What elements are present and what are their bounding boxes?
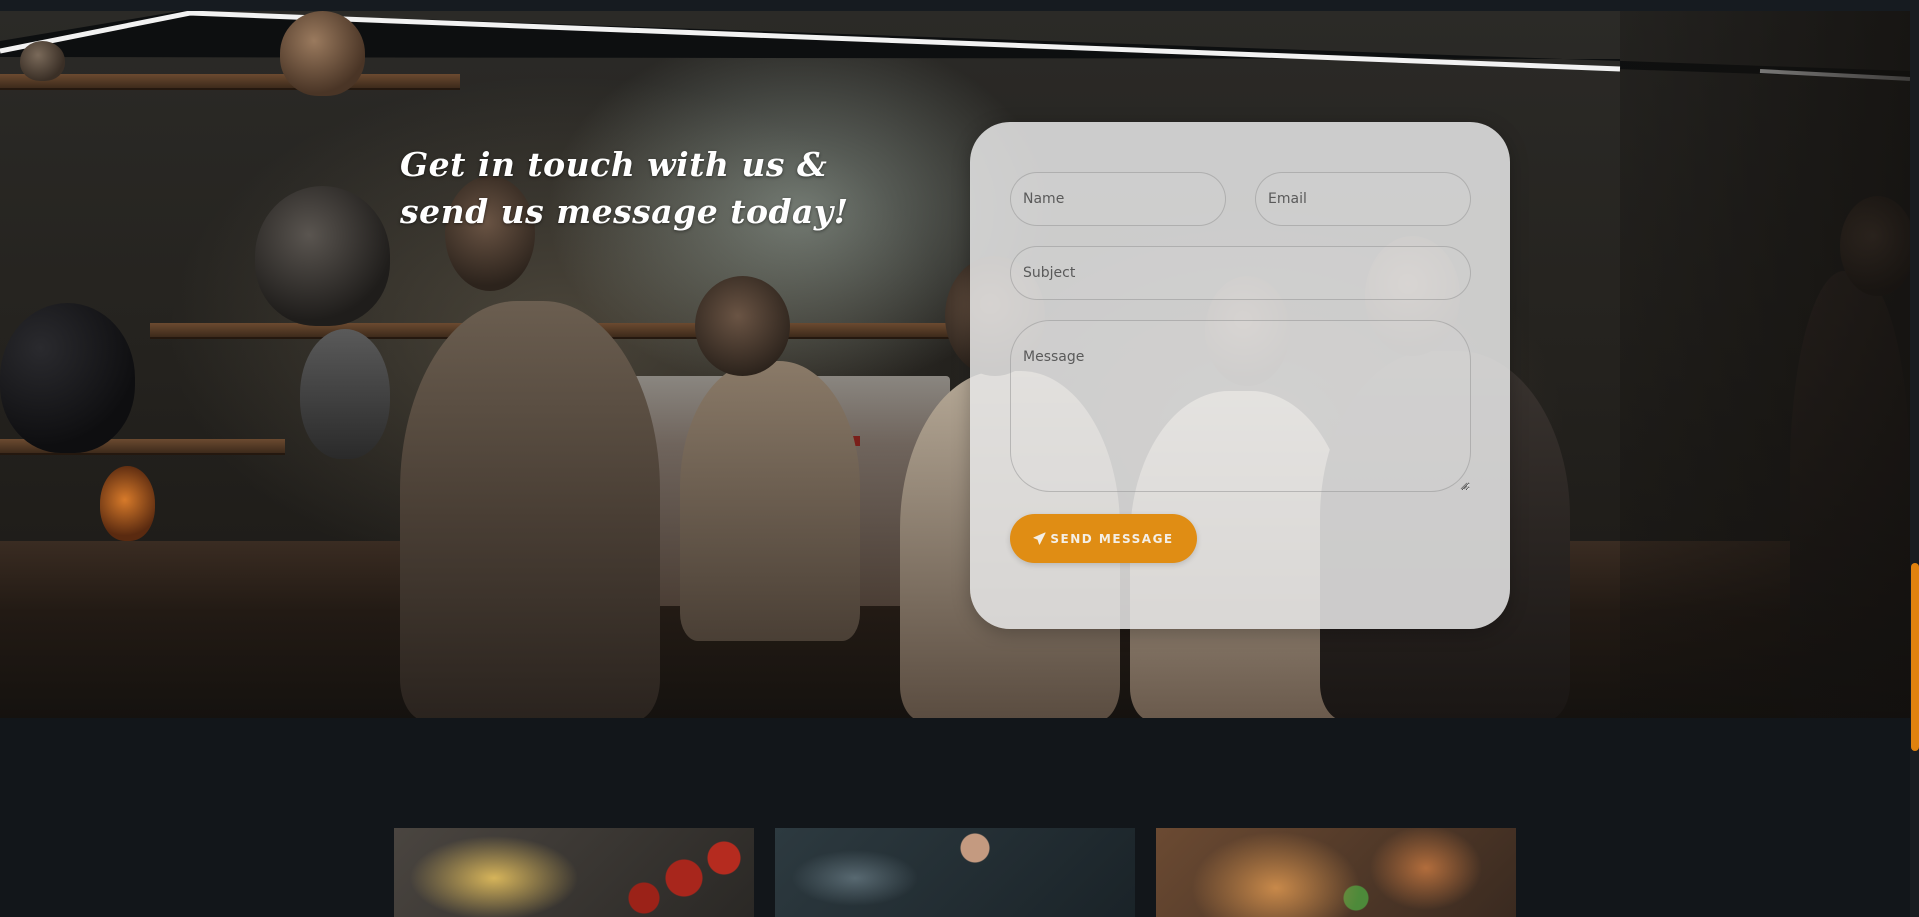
subject-field[interactable] (1010, 246, 1471, 300)
email-field[interactable] (1255, 172, 1471, 226)
send-message-label: SEND MESSAGE (1050, 531, 1174, 546)
contact-heading-line-1: Get in touch with us & (400, 145, 828, 185)
scrollbar-thumb[interactable] (1911, 563, 1919, 751)
scrollbar-track[interactable] (1910, 0, 1919, 917)
contact-form: SEND MESSAGE (970, 122, 1510, 629)
gallery-section (0, 718, 1910, 917)
contact-hero-section: Get in touch with us & send us message t… (0, 11, 1910, 718)
gallery-image-chef[interactable] (775, 828, 1135, 917)
paper-plane-icon (1033, 532, 1046, 545)
message-field[interactable] (1010, 320, 1471, 492)
name-field[interactable] (1010, 172, 1226, 226)
gallery-image-pasta[interactable] (394, 828, 754, 917)
page: Get in touch with us & send us message t… (0, 0, 1919, 917)
send-message-button[interactable]: SEND MESSAGE (1010, 514, 1197, 563)
top-strip (0, 0, 1919, 11)
gallery-image-pizza[interactable] (1156, 828, 1516, 917)
contact-heading-line-2: send us message today! (400, 192, 849, 232)
contact-heading: Get in touch with us & send us message t… (400, 141, 849, 235)
resize-handle-icon[interactable] (1460, 482, 1468, 490)
